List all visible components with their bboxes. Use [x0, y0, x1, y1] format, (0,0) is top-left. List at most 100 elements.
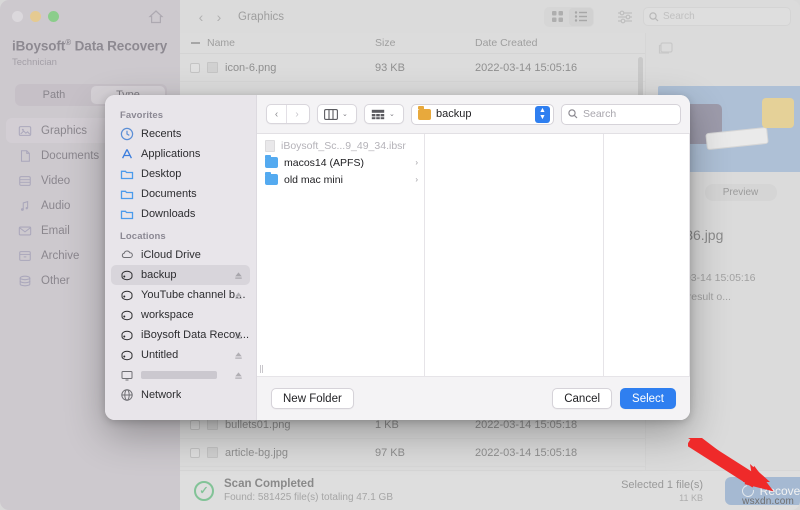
dialog-item-desktop[interactable]: Desktop [111, 164, 250, 184]
list-item-label: macos14 (APFS) [284, 157, 364, 169]
back-button[interactable]: ‹ [192, 9, 210, 25]
folder-icon [418, 109, 431, 120]
preview-button[interactable]: Preview [705, 184, 777, 201]
grid-view-button[interactable] [545, 8, 569, 26]
eject-icon[interactable] [234, 371, 243, 380]
dialog-item-iboysoft-data-recovery[interactable]: iBoysoft Data Recov... [111, 325, 250, 345]
eject-icon[interactable] [234, 291, 243, 300]
dialog-item-redacted-computer[interactable] [111, 365, 250, 385]
browser-column-3[interactable] [604, 134, 690, 376]
select-all-indicator[interactable] [191, 42, 200, 44]
forward-button[interactable]: › [210, 9, 228, 25]
dialog-item-label: backup [141, 269, 176, 281]
column-browser: iBoysoft_Sc...9_49_34.ibsr macos14 (APFS… [257, 133, 690, 376]
dialog-item-documents[interactable]: Documents [111, 184, 250, 204]
selected-size-label: 11 KB [621, 493, 703, 503]
chevron-down-icon: ⌄ [342, 110, 348, 118]
table-row[interactable]: article-bg.jpg 97 KB 2022-03-14 15:05:18 [180, 439, 645, 467]
dialog-forward-button[interactable]: › [287, 105, 307, 123]
select-button[interactable]: Select [620, 388, 676, 409]
eject-icon[interactable] [234, 351, 243, 360]
document-icon [18, 149, 32, 163]
minimize-window-button[interactable] [30, 11, 41, 22]
dialog-item-icloud-drive[interactable]: iCloud Drive [111, 245, 250, 265]
browser-column-1[interactable]: iBoysoft_Sc...9_49_34.ibsr macos14 (APFS… [257, 134, 425, 376]
dialog-search-input[interactable]: Search [561, 104, 681, 125]
chevron-down-icon: ⌄ [389, 110, 395, 118]
dialog-sidebar: Favorites Recents Applications Desktop D… [105, 95, 257, 420]
file-size: 93 KB [375, 62, 475, 74]
row-checkbox[interactable] [190, 448, 200, 458]
dialog-item-applications[interactable]: Applications [111, 144, 250, 164]
window-traffic-lights[interactable] [12, 11, 59, 22]
list-view-button[interactable] [569, 8, 593, 26]
group-by-icon [371, 109, 385, 120]
eject-icon[interactable] [234, 271, 243, 280]
file-open-dialog: Favorites Recents Applications Desktop D… [105, 95, 690, 420]
file-name: icon-6.png [225, 62, 276, 74]
list-item[interactable]: iBoysoft_Sc...9_49_34.ibsr [257, 137, 424, 154]
sidebar-item-label: Email [41, 225, 70, 237]
browser-column-2[interactable] [425, 134, 604, 376]
folder-icon [120, 187, 134, 201]
video-icon [18, 174, 32, 188]
file-name: article-bg.jpg [225, 447, 288, 459]
row-checkbox[interactable] [190, 420, 200, 430]
dialog-item-label: Desktop [141, 168, 181, 180]
table-row[interactable]: icon-6.png 93 KB 2022-03-14 15:05:16 [180, 54, 645, 82]
view-mode-button[interactable]: ⌄ [317, 104, 357, 124]
dialog-item-network[interactable]: Network [111, 385, 250, 405]
search-icon [568, 109, 578, 119]
stepper-updown-icon[interactable]: ▲▼ [535, 106, 550, 123]
dialog-item-workspace[interactable]: workspace [111, 305, 250, 325]
dialog-item-untitled[interactable]: Untitled [111, 345, 250, 365]
dialog-item-backup[interactable]: backup [111, 265, 250, 285]
drive-icon [120, 288, 134, 302]
dialog-search-placeholder: Search [583, 108, 616, 120]
dialog-item-recents[interactable]: Recents [111, 124, 250, 144]
segment-path[interactable]: Path [17, 86, 91, 104]
favorites-header: Favorites [105, 103, 256, 124]
filter-icon[interactable] [616, 9, 634, 25]
brand-rest: Data Recovery [71, 39, 167, 54]
file-thumbnail [207, 447, 218, 458]
check-circle-icon: ✓ [194, 481, 214, 501]
list-item[interactable]: old mac mini › [257, 171, 424, 188]
column-resize-grip[interactable] [259, 365, 264, 373]
dialog-item-youtube-channel-backup[interactable]: YouTube channel ba... [111, 285, 250, 305]
list-item[interactable]: macos14 (APFS) › [257, 154, 424, 171]
dialog-back-button[interactable]: ‹ [267, 105, 287, 123]
dialog-nav-buttons[interactable]: ‹ › [266, 104, 310, 124]
grid-view-icon [551, 10, 564, 23]
group-by-button[interactable]: ⌄ [364, 104, 404, 124]
column-header-name[interactable]: Name [180, 37, 375, 49]
breadcrumb: Graphics [238, 11, 284, 23]
applications-icon [120, 147, 134, 161]
dialog-item-label: Downloads [141, 208, 195, 220]
dialog-item-label: Documents [141, 188, 197, 200]
dialog-item-label: iBoysoft Data Recov... [141, 329, 249, 341]
cancel-button[interactable]: Cancel [552, 388, 612, 409]
drive-icon [120, 348, 134, 362]
path-combobox[interactable]: backup ▲▼ [411, 104, 554, 125]
row-checkbox[interactable] [190, 63, 200, 73]
column-header-size[interactable]: Size [375, 37, 475, 49]
view-mode-toggle[interactable] [544, 7, 594, 27]
list-view-icon [574, 10, 588, 23]
sidebar-item-label: Other [41, 275, 70, 287]
folder-icon [120, 167, 134, 181]
dialog-item-downloads[interactable]: Downloads [111, 204, 250, 224]
column-header-date[interactable]: Date Created [475, 37, 645, 49]
close-window-button[interactable] [12, 11, 23, 22]
preview-panel-icon[interactable] [658, 41, 674, 55]
dialog-item-label: Network [141, 389, 181, 401]
list-item-label: old mac mini [284, 174, 343, 186]
search-input[interactable]: Search [643, 7, 791, 26]
scan-status-title: Scan Completed [224, 478, 393, 490]
eject-icon[interactable] [234, 331, 243, 340]
new-folder-button[interactable]: New Folder [271, 388, 354, 409]
home-icon[interactable] [148, 9, 164, 25]
maximize-window-button[interactable] [48, 11, 59, 22]
folder-icon [265, 174, 278, 185]
search-icon [649, 12, 659, 22]
